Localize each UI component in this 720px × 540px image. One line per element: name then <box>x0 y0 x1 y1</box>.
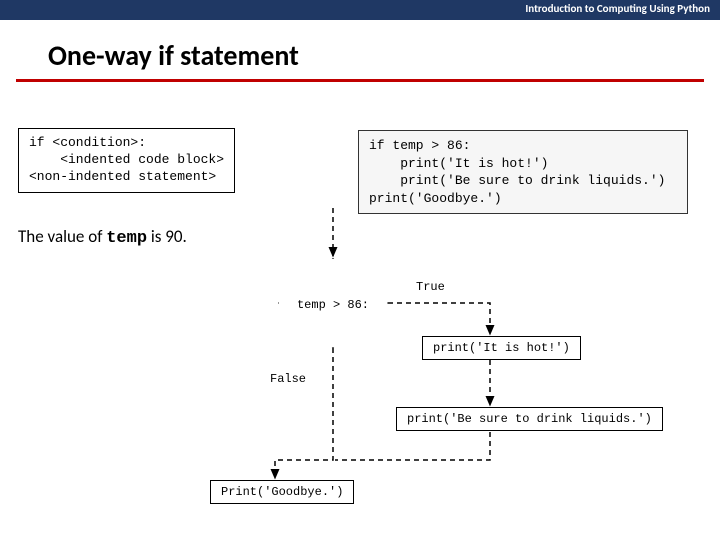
flow-box-goodbye: Print('Goodbye.') <box>210 480 354 504</box>
value-sentence: The value of temp is 90. <box>18 226 187 248</box>
value-var: temp <box>106 229 147 248</box>
code-example-box: if temp > 86: print('It is hot!') print(… <box>358 130 688 214</box>
title-underline <box>16 79 704 82</box>
flow-box-drink: print('Be sure to drink liquids.') <box>396 407 663 431</box>
flow-box-hot: print('It is hot!') <box>422 336 581 360</box>
slide-title: One-way if statement <box>48 38 720 73</box>
syntax-box: if <condition>: <indented code block> <n… <box>18 128 235 193</box>
true-label: True <box>416 280 445 294</box>
false-label: False <box>268 372 308 386</box>
course-name: Introduction to Computing Using Python <box>525 2 710 15</box>
decision-condition: temp > 86: <box>286 298 380 312</box>
value-suffix: is 90. <box>147 226 187 247</box>
value-prefix: The value of <box>18 226 106 247</box>
header-bar: Introduction to Computing Using Python <box>0 0 720 20</box>
